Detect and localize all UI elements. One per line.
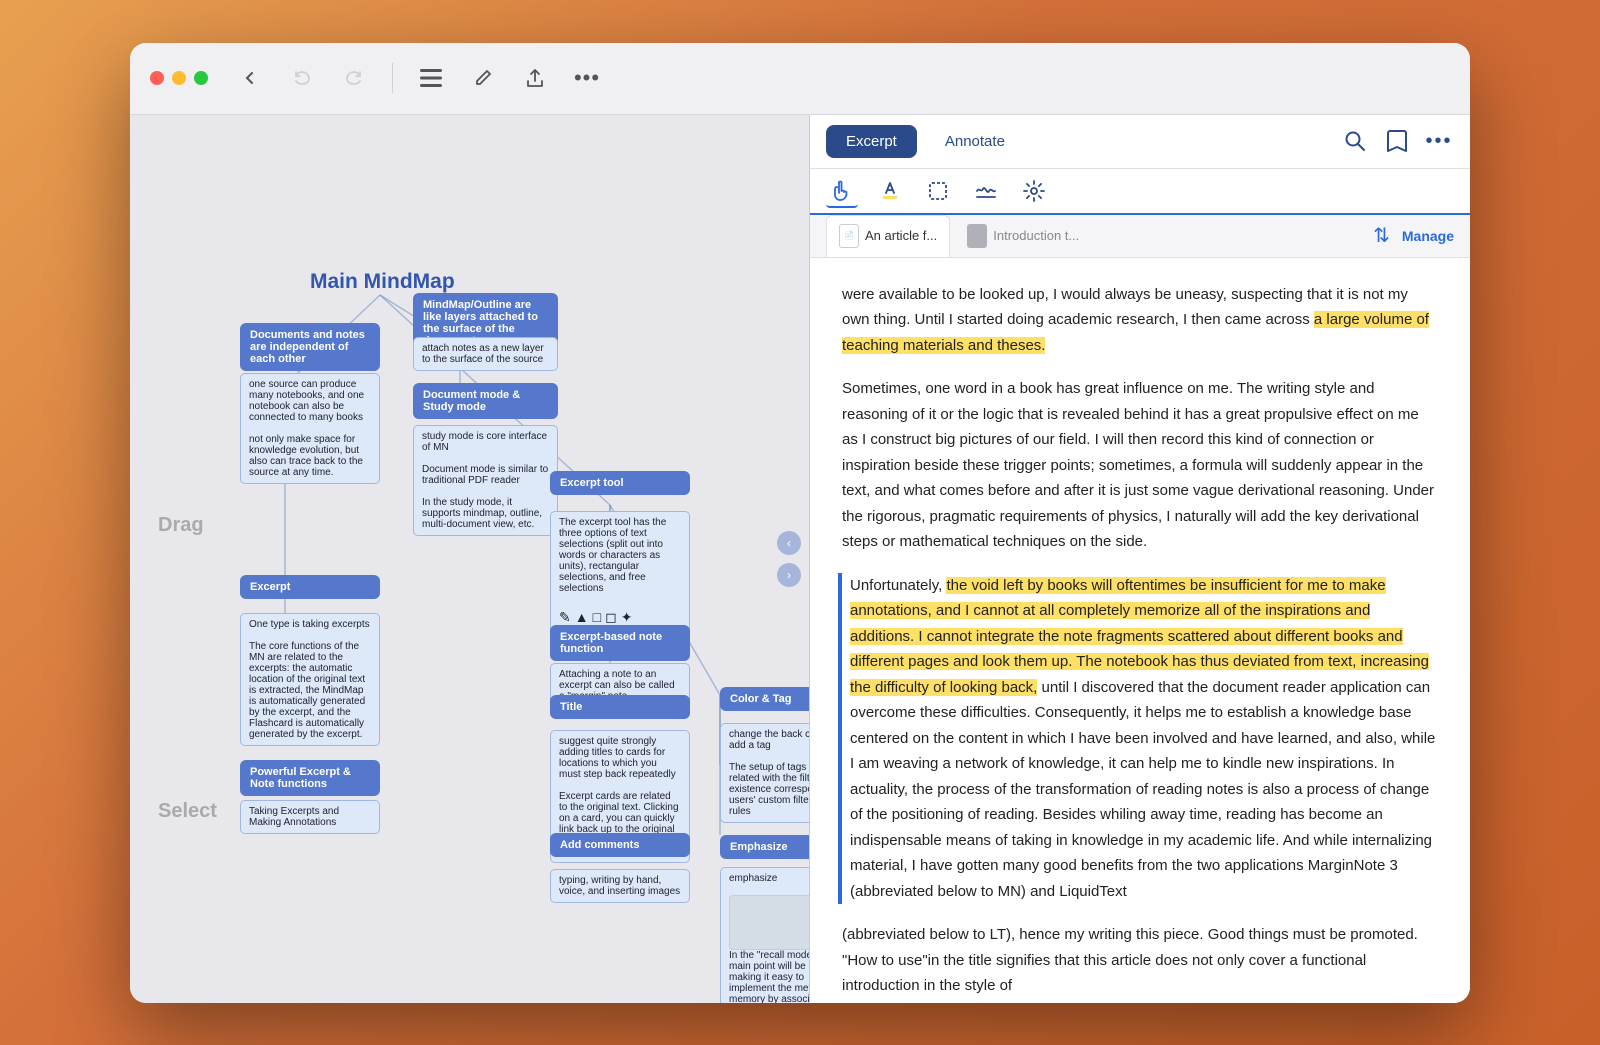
mm-node-color-tag[interactable]: Color & Tag	[720, 687, 810, 711]
tab-annotate[interactable]: Annotate	[925, 125, 1025, 158]
mm-node-excerpt-body: One type is taking excerptsThe core func…	[240, 613, 380, 746]
tab-excerpt[interactable]: Excerpt	[826, 125, 917, 158]
undo-button[interactable]	[284, 60, 320, 96]
mm-node-excerpt-tool[interactable]: Excerpt tool	[550, 471, 690, 495]
mm-node-add-comments[interactable]: Add comments	[550, 833, 690, 857]
mm-node-powerful-excerpt[interactable]: Powerful Excerpt & Note functions	[240, 760, 380, 796]
main-content: Main MindMap MindMap/Outline are like la…	[130, 115, 1470, 1003]
edit-button[interactable]	[465, 60, 501, 96]
header-icons: •••	[1340, 126, 1454, 156]
para3-prefix: Unfortunately,	[850, 577, 946, 594]
hand-tool[interactable]	[826, 176, 858, 208]
mindmap-container: Main MindMap MindMap/Outline are like la…	[130, 115, 809, 1003]
settings-tool[interactable]	[1018, 175, 1050, 207]
document-reader: Excerpt Annotate •••	[810, 115, 1470, 1003]
para3-suffix: until I discovered that the document rea…	[850, 679, 1435, 900]
mm-node-excerpt-note[interactable]: Excerpt-based note function	[550, 625, 690, 661]
rect-select-tool[interactable]	[922, 175, 954, 207]
mm-node-emphasize-body: emphasize In the "recall mode" the main …	[720, 867, 810, 1003]
list-button[interactable]	[413, 60, 449, 96]
mm-node-powerful-excerpt-body: Taking Excerpts and Making Annotations	[240, 800, 380, 834]
paragraph-1: were available to be looked up, I would …	[842, 282, 1438, 359]
traffic-lights	[150, 71, 208, 85]
article-tab-icon: 📄	[839, 224, 859, 248]
mm-node-title[interactable]: Title	[550, 695, 690, 719]
mindmap-panel: Main MindMap MindMap/Outline are like la…	[130, 115, 810, 1003]
back-button[interactable]	[232, 60, 268, 96]
paragraph-3: Unfortunately, the void left by books wi…	[850, 573, 1438, 905]
next-arrow[interactable]: ›	[777, 563, 801, 587]
intro-tab-icon	[967, 224, 987, 248]
drag-label: Drag	[158, 514, 204, 537]
paragraph-3-container: Unfortunately, the void left by books wi…	[842, 573, 1438, 905]
options-icon[interactable]: •••	[1424, 126, 1454, 156]
doc-tab-article[interactable]: 📄 An article f...	[826, 215, 950, 257]
mm-node-docs-independent[interactable]: Documents and notes are independent of e…	[240, 323, 380, 371]
wave-select-tool[interactable]	[970, 175, 1002, 207]
mm-node-add-comments-body: typing, writing by hand, voice, and inse…	[550, 869, 690, 903]
mm-node-docmode[interactable]: Document mode & Study mode	[413, 383, 558, 419]
document-content[interactable]: were available to be looked up, I would …	[810, 258, 1470, 1003]
minimize-button[interactable]	[172, 71, 186, 85]
title-bar: •••	[130, 43, 1470, 115]
app-window: •••	[130, 43, 1470, 1003]
paragraph-2: Sometimes, one word in a book has great …	[842, 376, 1438, 555]
mm-node-docs-body: one source can produce many notebooks, a…	[240, 373, 380, 484]
paragraph-4: (abbreviated below to LT), hence my writ…	[842, 922, 1438, 999]
mm-node-attach: attach notes as a new layer to the surfa…	[413, 337, 558, 371]
close-button[interactable]	[150, 71, 164, 85]
mm-node-excerpt[interactable]: Excerpt	[240, 575, 380, 599]
doc-tabs-bar: 📄 An article f... Introduction t... ⇅ Ma…	[810, 215, 1470, 258]
bookmark-icon[interactable]	[1382, 126, 1412, 156]
article-tab-label: An article f...	[865, 228, 937, 243]
manage-button[interactable]: Manage	[1402, 228, 1454, 244]
select-label: Select	[158, 800, 217, 823]
reader-header: Excerpt Annotate •••	[810, 115, 1470, 169]
share-button[interactable]	[517, 60, 553, 96]
redo-button[interactable]	[336, 60, 372, 96]
tabs-reorder-arrow[interactable]: ⇅	[1373, 223, 1390, 248]
mindmap-lines	[130, 115, 809, 1003]
search-icon[interactable]	[1340, 126, 1370, 156]
intro-tab-label: Introduction t...	[993, 228, 1079, 243]
prev-arrow[interactable]: ‹	[777, 531, 801, 555]
mm-node-color-tag-body: change the back coloradd a tagThe setup …	[720, 723, 810, 823]
maximize-button[interactable]	[194, 71, 208, 85]
text-highlight-tool[interactable]	[874, 175, 906, 207]
annotation-toolbar	[810, 169, 1470, 215]
doc-tab-introduction[interactable]: Introduction t...	[954, 215, 1092, 257]
mm-node-docmode-body: study mode is core interface of MNDocume…	[413, 425, 558, 536]
mindmap-title: Main MindMap	[310, 270, 455, 294]
sidebar-bar	[838, 573, 842, 905]
mm-node-emphasize[interactable]: Emphasize	[720, 835, 810, 859]
more-button[interactable]: •••	[569, 60, 605, 96]
